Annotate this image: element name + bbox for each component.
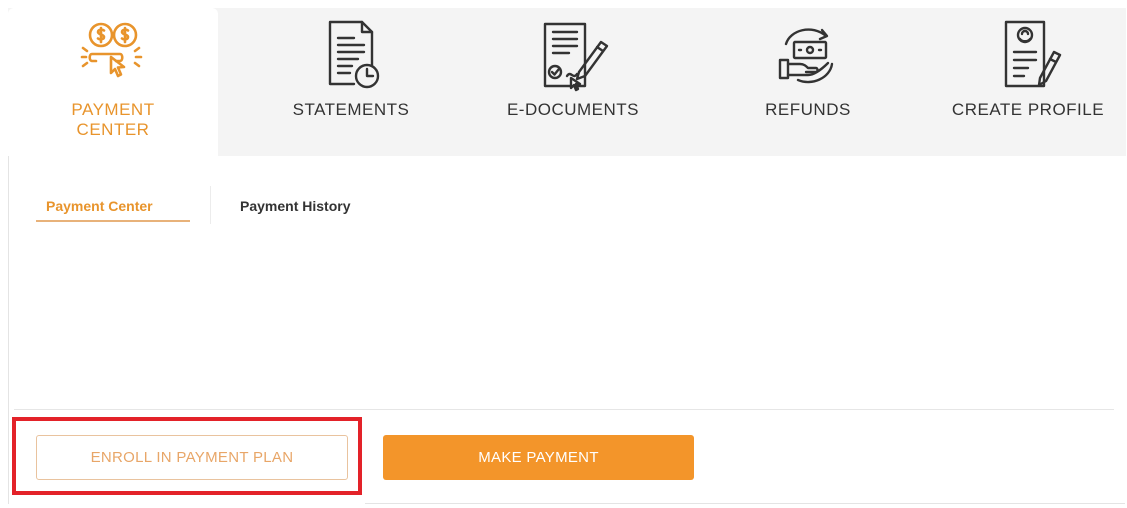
tab-label-line2: CENTER: [76, 120, 150, 139]
highlight-box: [12, 417, 362, 495]
coin-hand-icon: [80, 22, 143, 78]
tab-label: STATEMENTS: [292, 100, 410, 119]
tab-label: REFUNDS: [765, 100, 851, 119]
make-payment-button[interactable]: MAKE PAYMENT: [383, 435, 694, 480]
tab-refunds[interactable]: REFUNDS: [733, 8, 883, 156]
bottom-border: [365, 503, 1125, 504]
subtab-payment-center[interactable]: Payment Center: [46, 198, 153, 214]
tab-label-line1: PAYMENT: [71, 100, 155, 119]
active-subtab-indicator: [36, 220, 190, 222]
section-divider: [14, 409, 1114, 410]
tab-create-profile[interactable]: CREATE PROFILE: [930, 8, 1126, 156]
cash-hand-icon: [778, 28, 834, 84]
tab-payment-center[interactable]: PAYMENT CENTER: [8, 8, 218, 156]
document-clock-icon: [328, 20, 380, 89]
tab-label: E-DOCUMENTS: [506, 100, 640, 119]
top-tab-bar: PAYMENT CENTER STATEMENTS E-DOCUMENTS RE…: [8, 8, 1126, 156]
profile-edit-icon: [1004, 20, 1062, 88]
tab-label: CREATE PROFILE: [951, 100, 1105, 119]
tab-e-documents[interactable]: E-DOCUMENTS: [483, 8, 663, 156]
subtab-divider: [210, 186, 211, 224]
signed-document-icon: [543, 22, 609, 92]
tab-statements[interactable]: STATEMENTS: [266, 8, 436, 156]
subtab-payment-history[interactable]: Payment History: [240, 198, 350, 214]
